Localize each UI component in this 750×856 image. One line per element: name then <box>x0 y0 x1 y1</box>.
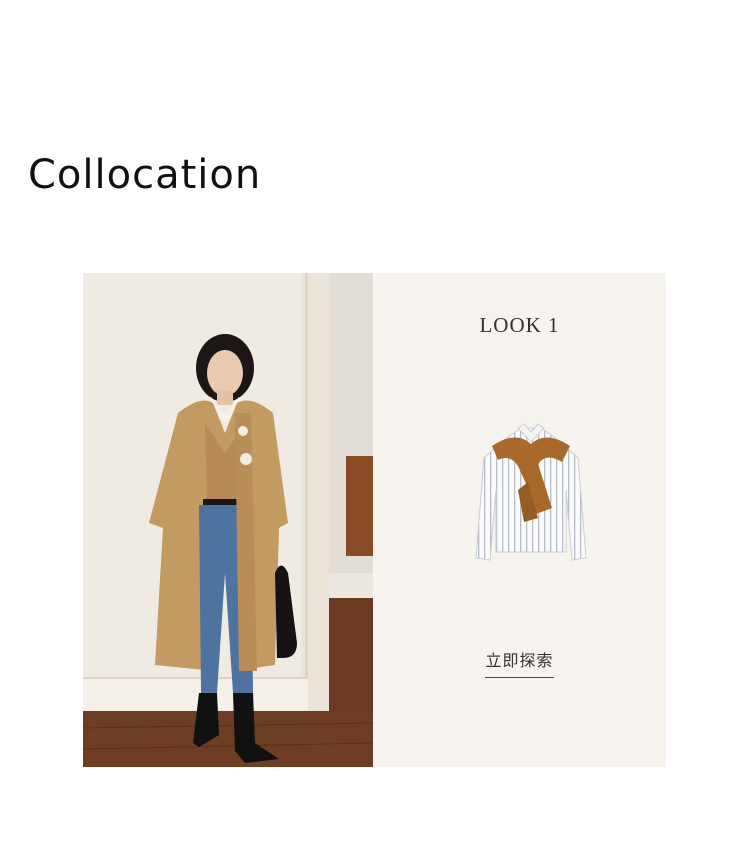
model-photo-illustration <box>83 273 373 767</box>
model-photo[interactable] <box>83 273 373 767</box>
look-detail-panel: LOOK 1 立即探索 <box>373 273 666 767</box>
look-card: LOOK 1 立即探索 <box>83 273 666 767</box>
section-title: Collocation <box>28 151 262 198</box>
product-image-striped-shirt[interactable] <box>466 418 596 583</box>
shirt-with-scarf-illustration <box>475 423 587 561</box>
explore-link-wrapper: 立即探索 <box>373 647 666 678</box>
look-label: LOOK 1 <box>479 313 560 337</box>
explore-now-link[interactable]: 立即探索 <box>485 647 554 678</box>
